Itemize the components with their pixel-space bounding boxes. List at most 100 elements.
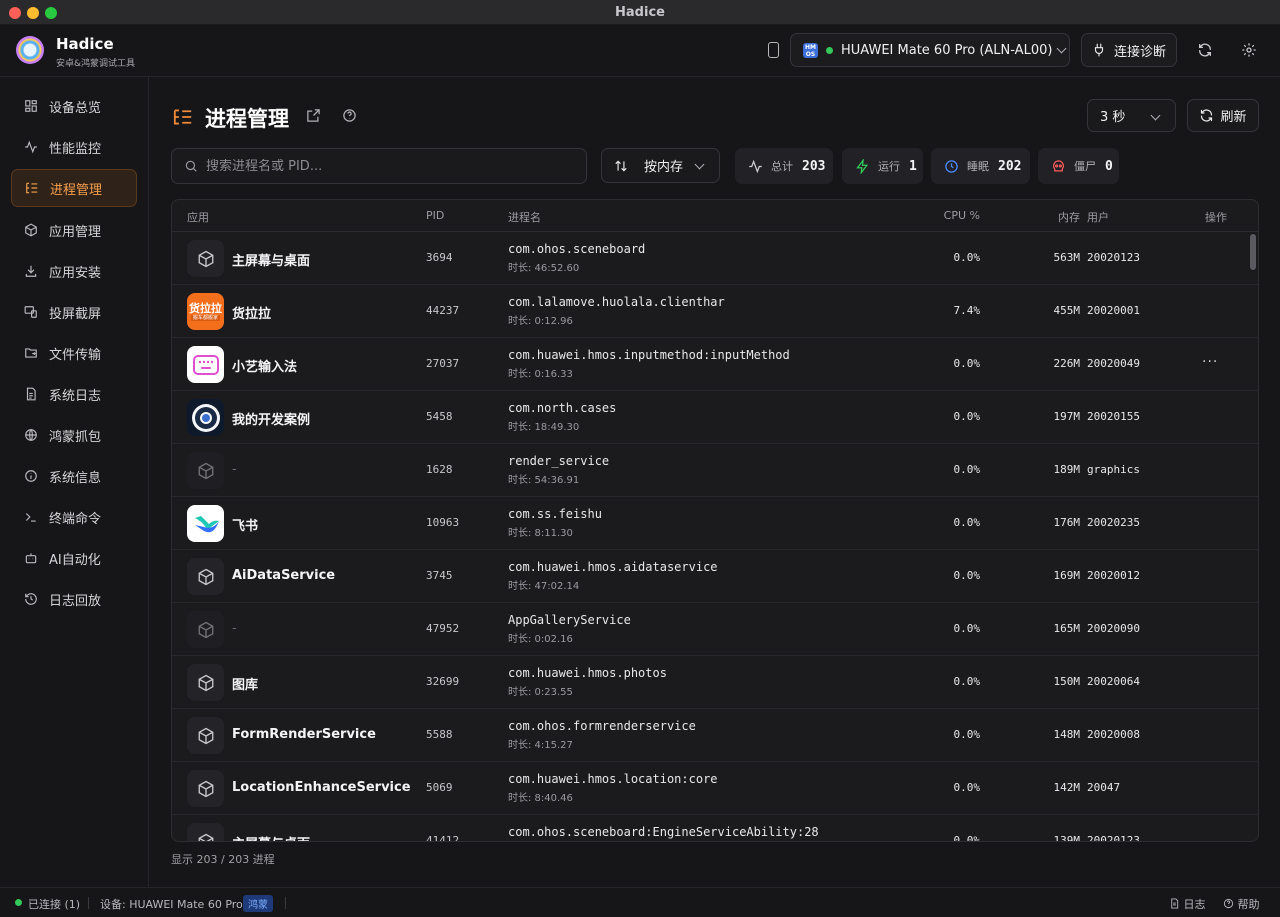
- screen-cast-icon: [23, 305, 38, 320]
- pid-cell: 3745: [426, 569, 453, 582]
- app-name-cell: 主屏幕与桌面: [232, 833, 310, 841]
- history-icon: [23, 592, 38, 607]
- list-tree-icon: [173, 109, 192, 125]
- duration-cell: 时长: 0:02.16: [508, 634, 573, 645]
- table-row[interactable]: LocationEnhanceService 5069 com.huawei.hmo…: [172, 762, 1258, 815]
- app-name-cell: -: [232, 621, 237, 636]
- sidebar-item-label: 文件传输: [49, 347, 102, 363]
- phone-icon: [768, 42, 779, 58]
- help-label: 帮助: [1237, 898, 1260, 911]
- sidebar-item-terminal[interactable]: 终端命令: [11, 498, 137, 536]
- sort-select[interactable]: 按内存: [601, 148, 720, 183]
- app-name-cell: 货拉拉: [232, 307, 272, 322]
- cpu-cell: 0.0%: [953, 781, 981, 794]
- col-cpu[interactable]: CPU %: [944, 209, 980, 222]
- more-actions-button[interactable]: ···: [1202, 354, 1218, 370]
- user-cell: 20020155: [1087, 410, 1140, 423]
- table-row[interactable]: - 47952 AppGalleryService 时长: 0:02.16 0.0% 16…: [172, 603, 1258, 656]
- package-icon: [187, 717, 224, 754]
- duration-cell: 时长: 8:40.46: [508, 793, 573, 804]
- device-selector[interactable]: HM OS HUAWEI Mate 60 Pro (ALN-AL00): [790, 33, 1070, 67]
- sidebar-item-app-install[interactable]: 应用安装: [11, 252, 137, 290]
- connection-status: 已连接 (1): [28, 898, 81, 911]
- connection-diagnose-button[interactable]: 连接诊断: [1081, 33, 1177, 67]
- cpu-cell: 0.0%: [953, 410, 981, 423]
- sidebar-item-system-log[interactable]: 系统日志: [11, 375, 137, 413]
- process-name-cell: com.north.cases: [508, 401, 617, 415]
- table-row[interactable]: AiDataService 3745 com.huawei.hmos.aidatas…: [172, 550, 1258, 603]
- duration-cell: 时长: 8:11.30: [508, 528, 573, 539]
- sort-arrows-icon: [615, 160, 627, 171]
- keyboard-app-icon: [187, 346, 224, 383]
- package-icon: [187, 611, 224, 648]
- chevron-down-icon: [1056, 43, 1067, 53]
- sidebar-item-device-overview[interactable]: 设备总览: [11, 87, 137, 125]
- sidebar-item-system-info[interactable]: 系统信息: [11, 457, 137, 495]
- sort-label: 按内存: [644, 160, 684, 175]
- connected-dot-icon: [15, 899, 22, 906]
- sync-icon[interactable]: [1196, 41, 1214, 59]
- help-button[interactable]: 帮助: [1223, 896, 1260, 912]
- table-row[interactable]: 货拉拉 搬车都搬家 货拉拉 44237 com.lalamove.huolala.cli…: [172, 285, 1258, 338]
- app-name-cell: 飞书: [232, 519, 259, 534]
- table-row[interactable]: 飞书 10963 com.ss.feishu 时长: 8:11.30 0.0% 176M 2…: [172, 497, 1258, 550]
- bot-icon: [23, 551, 38, 566]
- refresh-button[interactable]: 刷新: [1187, 99, 1259, 132]
- window-title: Hadice: [615, 5, 665, 20]
- pid-cell: 27037: [426, 357, 460, 370]
- sidebar-item-label: 系统信息: [49, 470, 102, 486]
- col-user[interactable]: 用户: [1087, 209, 1109, 225]
- duration-cell: 时长: 4:15.27: [508, 740, 573, 751]
- package-icon: [187, 823, 224, 841]
- sidebar-item-ai-automation[interactable]: AI自动化: [11, 539, 137, 577]
- duration-cell: 时长: 46:52.60: [508, 263, 580, 274]
- sidebar: 设备总览 性能监控 进程管理 应用管理 应用安装 投屏截屏 文件传输 系统日志 …: [0, 77, 149, 887]
- col-process[interactable]: 进程名: [508, 209, 541, 225]
- settings-gear-icon[interactable]: [1240, 41, 1258, 59]
- sidebar-item-file-transfer[interactable]: 文件传输: [11, 334, 137, 372]
- memory-cell: 189M: [1053, 463, 1081, 476]
- refresh-interval-select[interactable]: 3 秒: [1087, 99, 1176, 132]
- pid-cell: 5069: [426, 781, 453, 794]
- sidebar-item-app-management[interactable]: 应用管理: [11, 211, 137, 249]
- app-header: Hadice 安卓&鸿蒙调试工具 HM OS HUAWEI Mate 60 Pro…: [0, 25, 1280, 77]
- table-row[interactable]: - 1628 render_service 时长: 54:36.91 0.0% 189M g…: [172, 444, 1258, 497]
- log-button[interactable]: 日志: [1169, 896, 1206, 912]
- sidebar-item-label: 性能监控: [49, 141, 102, 157]
- cpu-cell: 0.0%: [953, 622, 981, 635]
- table-scrollbar[interactable]: [1250, 234, 1256, 270]
- stat-value: 203: [802, 158, 826, 174]
- sidebar-item-packet-capture[interactable]: 鸿蒙抓包: [11, 416, 137, 454]
- sidebar-item-screen-cast[interactable]: 投屏截屏: [11, 293, 137, 331]
- search-box[interactable]: [171, 148, 587, 184]
- globe-icon: [23, 428, 38, 443]
- sidebar-item-label: 终端命令: [49, 511, 102, 527]
- icon-subtext: 搬车都搬家: [190, 314, 220, 321]
- col-pid[interactable]: PID: [426, 209, 444, 222]
- cpu-cell: 0.0%: [953, 834, 981, 842]
- search-input[interactable]: [206, 158, 566, 174]
- pid-cell: 41412: [426, 834, 460, 842]
- sidebar-item-log-replay[interactable]: 日志回放: [11, 580, 137, 618]
- sidebar-item-performance[interactable]: 性能监控: [11, 128, 137, 166]
- sidebar-item-label: 设备总览: [49, 100, 102, 116]
- col-mem[interactable]: 内存: [1058, 209, 1080, 225]
- sidebar-item-process-management[interactable]: 进程管理: [11, 169, 137, 207]
- main-content: 进程管理 3 秒 刷新 按内存 总计 203 运行 1 睡眠 202 僵尸 0: [149, 77, 1280, 887]
- table-row[interactable]: FormRenderService 5588 com.ohos.formrender…: [172, 709, 1258, 762]
- cpu-cell: 0.0%: [953, 569, 981, 582]
- user-cell: 20020123: [1087, 834, 1140, 842]
- download-icon: [23, 264, 38, 279]
- pid-cell: 5458: [426, 410, 453, 423]
- table-row[interactable]: 小艺输入法 27037 com.huawei.hmos.inputmethod:in…: [172, 338, 1258, 391]
- table-row[interactable]: 主屏幕与桌面 41412 com.ohos.sceneboard:EngineSer…: [172, 815, 1258, 842]
- help-circle-icon[interactable]: [342, 108, 357, 123]
- cpu-cell: 0.0%: [953, 675, 981, 688]
- col-app[interactable]: 应用: [187, 209, 209, 225]
- external-link-icon[interactable]: [306, 108, 321, 123]
- table-row[interactable]: 图库 32699 com.huawei.hmos.photos 时长: 0:23.55…: [172, 656, 1258, 709]
- user-cell: 20020123: [1087, 251, 1140, 264]
- memory-cell: 165M: [1053, 622, 1081, 635]
- table-row[interactable]: 我的开发案例 5458 com.north.cases 时长: 18:49.30 0.0…: [172, 391, 1258, 444]
- table-row[interactable]: 主屏幕与桌面 3694 com.ohos.sceneboard 时长: 46:52.6…: [172, 232, 1258, 285]
